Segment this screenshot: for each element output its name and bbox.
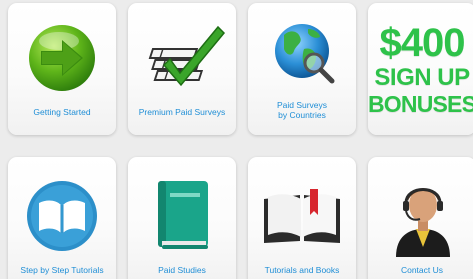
tile-paid-surveys-by-countries[interactable]: Paid Surveys by Countries [248, 3, 356, 135]
tile-label-contact-us: Contact Us [400, 265, 444, 275]
bonus-line-bonuses: BONUSES [368, 91, 473, 117]
tile-label-paid-surveys-by-countries: Paid Surveys by Countries [276, 100, 328, 120]
tile-paid-studies[interactable]: Paid Studies [128, 157, 236, 279]
bonus-amount: $400 [379, 21, 466, 65]
tile-label-paid-studies: Paid Studies [158, 265, 206, 275]
tile-premium-paid-surveys[interactable]: Premium Paid Surveys [128, 3, 236, 135]
green-book-icon [158, 181, 208, 249]
tile-getting-started[interactable]: Getting Started [8, 3, 116, 135]
tile-sign-up-bonuses[interactable]: $400 SIGN UP BONUSES [368, 3, 473, 135]
globe-magnifier-icon [275, 24, 335, 84]
tile-label-step-by-step-tutorials: Step by Step Tutorials [20, 265, 104, 275]
bookmark-book-icon [264, 189, 340, 243]
bonus-line-sign-up: SIGN UP [374, 64, 470, 91]
tile-step-by-step-tutorials[interactable]: Step by Step Tutorials [8, 157, 116, 279]
tile-label-tutorials-and-books: Tutorials and Books [264, 265, 340, 275]
page: Getting Started Premium Paid Surveys Pai… [0, 0, 473, 279]
checklist-icon [148, 25, 226, 87]
tile-tutorials-and-books[interactable]: Tutorials and Books [248, 157, 356, 279]
support-agent-icon [396, 188, 450, 257]
tile-contact-us[interactable]: Contact Us [368, 157, 473, 279]
arrow-right-icon [29, 25, 95, 91]
tile-label-premium-paid-surveys: Premium Paid Surveys [138, 107, 226, 117]
open-book-circle-icon [27, 181, 97, 251]
tile-label-getting-started: Getting Started [33, 107, 91, 117]
